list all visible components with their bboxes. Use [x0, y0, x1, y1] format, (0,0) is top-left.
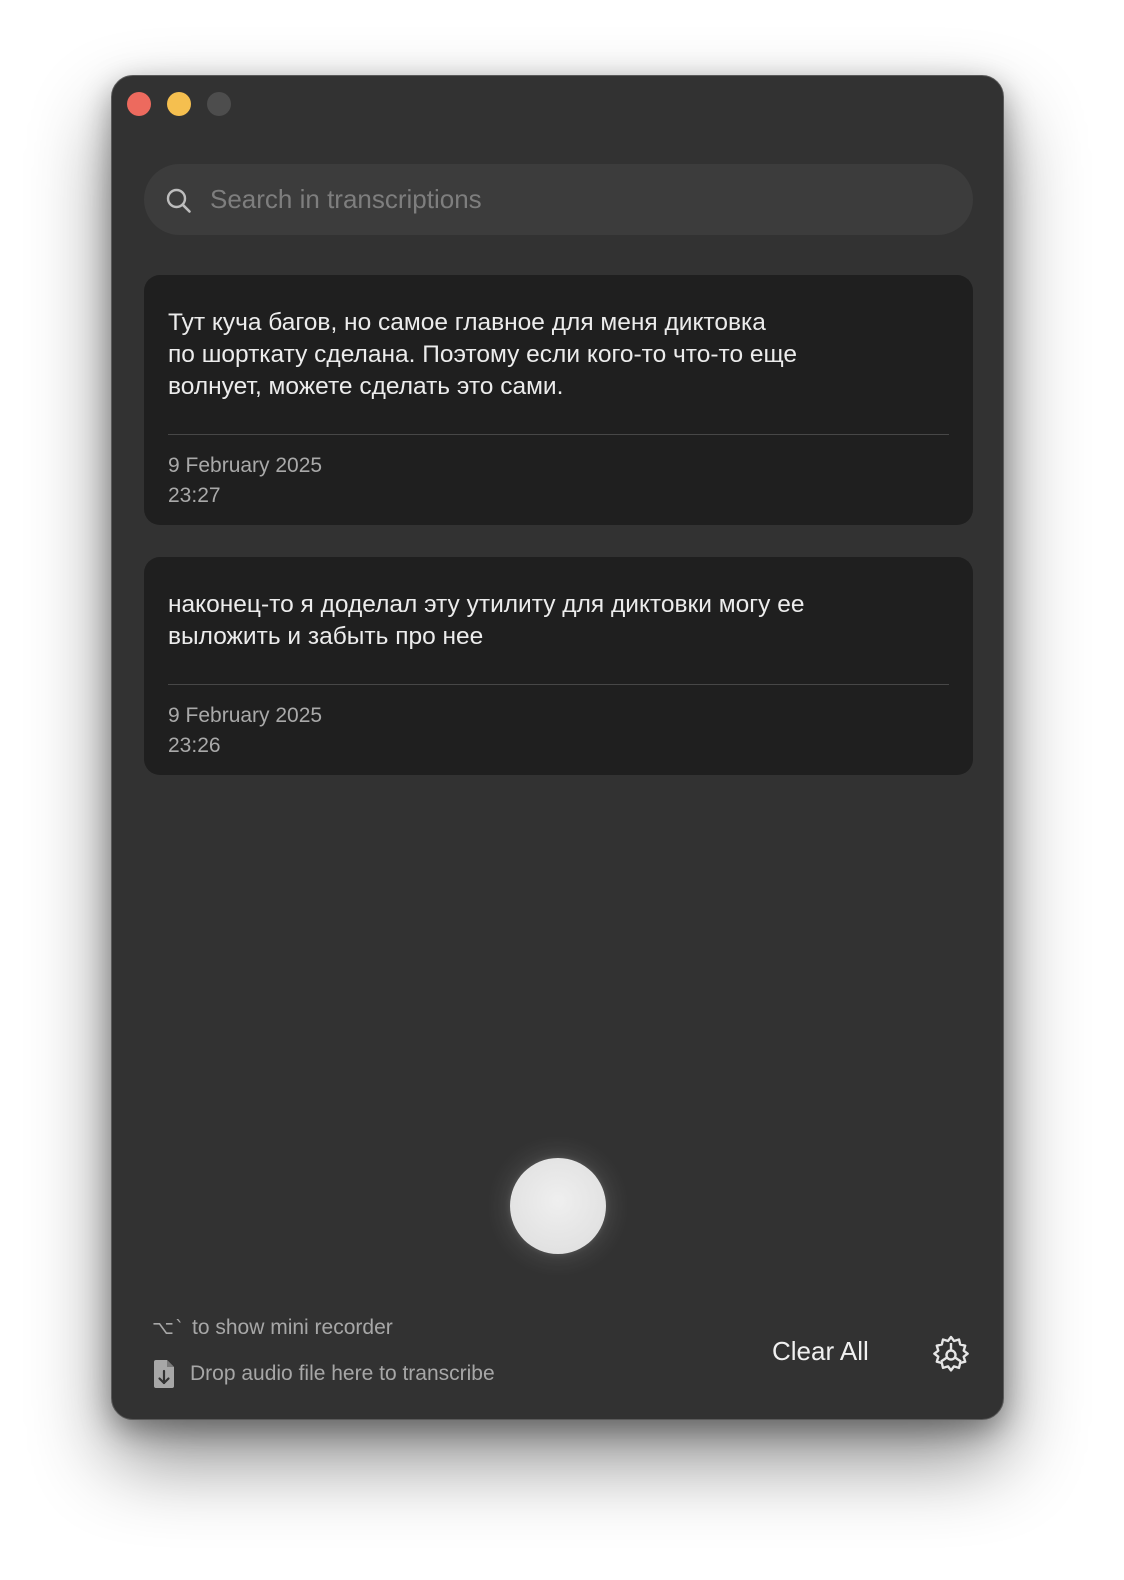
transcription-time: 23:26 — [168, 734, 221, 757]
app-window: Тут куча багов, но самое главное для мен… — [111, 75, 1004, 1420]
transcription-time: 23:27 — [168, 484, 221, 507]
record-button[interactable] — [510, 1158, 606, 1254]
file-download-icon — [154, 1360, 174, 1388]
traffic-lights — [127, 92, 231, 116]
search-input[interactable] — [210, 164, 950, 235]
card-divider — [168, 684, 949, 685]
transcription-card[interactable]: наконец-то я доделал эту утилиту для дик… — [144, 557, 973, 775]
drop-audio-hint[interactable]: Drop audio file here to transcribe — [152, 1359, 495, 1389]
gear-icon[interactable] — [930, 1334, 972, 1376]
minimize-window-button[interactable] — [167, 92, 191, 116]
search-bar[interactable] — [144, 164, 973, 235]
zoom-window-button[interactable] — [207, 92, 231, 116]
transcription-text: наконец-то я доделал эту утилиту для дик… — [168, 591, 805, 650]
card-divider — [168, 434, 949, 435]
search-icon — [166, 188, 191, 213]
transcription-date: 9 February 2025 — [168, 454, 323, 477]
option-key-icon: ⌥` — [152, 1317, 186, 1339]
transcription-card[interactable]: Тут куча багов, но самое главное для мен… — [144, 275, 973, 525]
drop-audio-hint-text: Drop audio file here to transcribe — [190, 1362, 495, 1385]
transcription-text: Тут куча багов, но самое главное для мен… — [168, 309, 798, 400]
close-window-button[interactable] — [127, 92, 151, 116]
clear-all-button[interactable]: Clear All — [772, 1336, 869, 1367]
mini-recorder-hint-text: to show mini recorder — [192, 1316, 393, 1339]
mini-recorder-hint: ⌥` to show mini recorder — [152, 1316, 393, 1340]
transcription-date: 9 February 2025 — [168, 704, 323, 727]
